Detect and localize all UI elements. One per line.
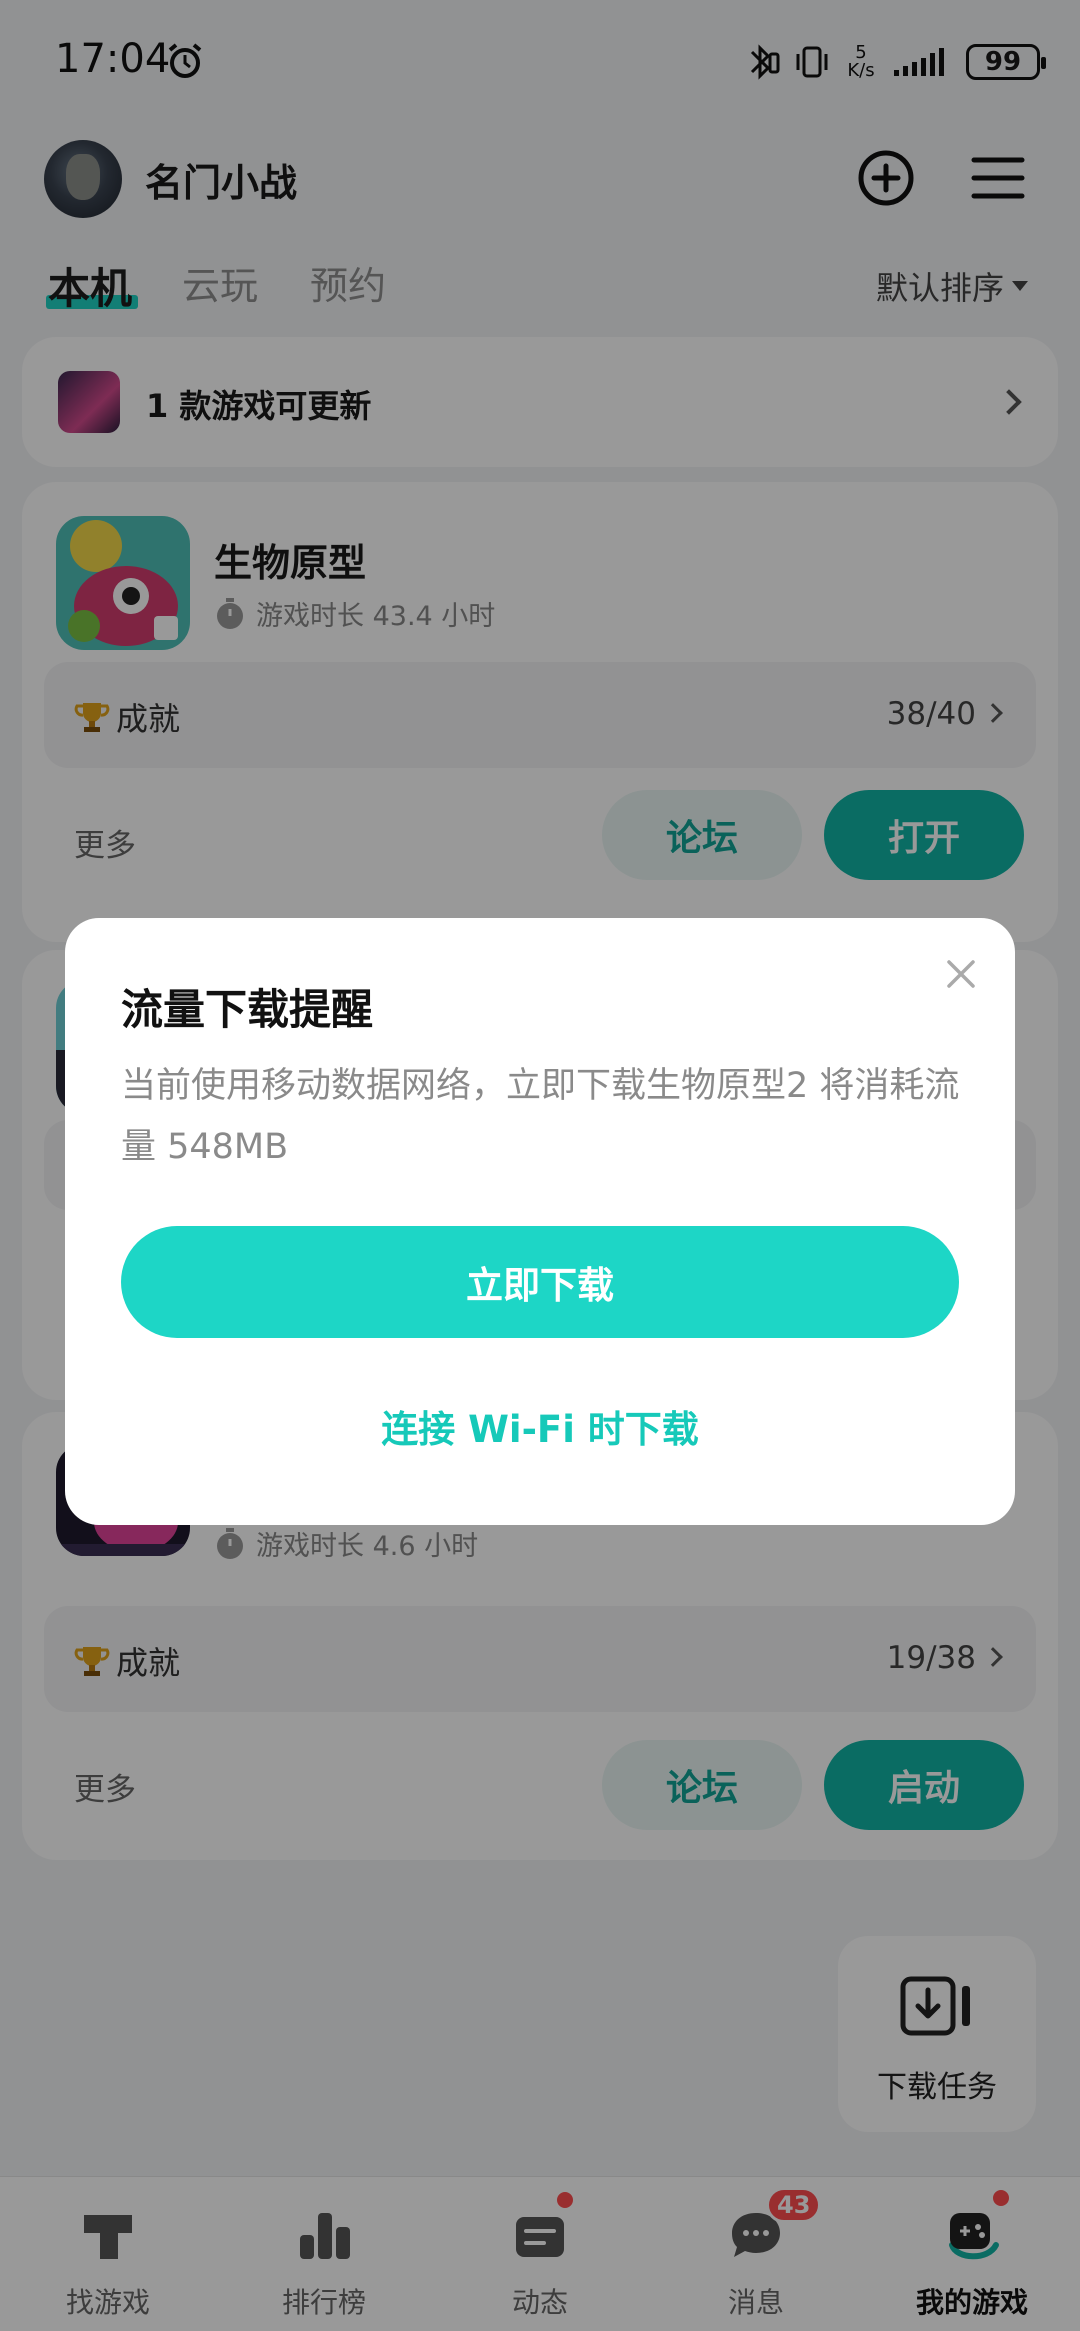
data-download-dialog: 流量下载提醒 当前使用移动数据网络，立即下载生物原型2 将消耗流量 548MB … (65, 918, 1015, 1525)
tab-reserve[interactable]: 预约 (310, 255, 386, 310)
tab-local[interactable]: 本机 (48, 255, 132, 316)
dialog-message: 当前使用移动数据网络，立即下载生物原型2 将消耗流量 548MB (121, 1066, 960, 1167)
tab-cloud[interactable]: 云玩 (182, 255, 258, 310)
tab-label: 预约 (310, 264, 387, 308)
tab-label: 云玩 (182, 264, 259, 308)
download-on-wifi-button[interactable]: 连接 Wi-Fi 时下载 (121, 1386, 959, 1466)
dialog-title: 流量下载提醒 (121, 985, 374, 1034)
download-now-button[interactable]: 立即下载 (121, 1226, 959, 1338)
tab-label: 本机 (48, 264, 133, 313)
close-icon[interactable] (941, 954, 981, 994)
